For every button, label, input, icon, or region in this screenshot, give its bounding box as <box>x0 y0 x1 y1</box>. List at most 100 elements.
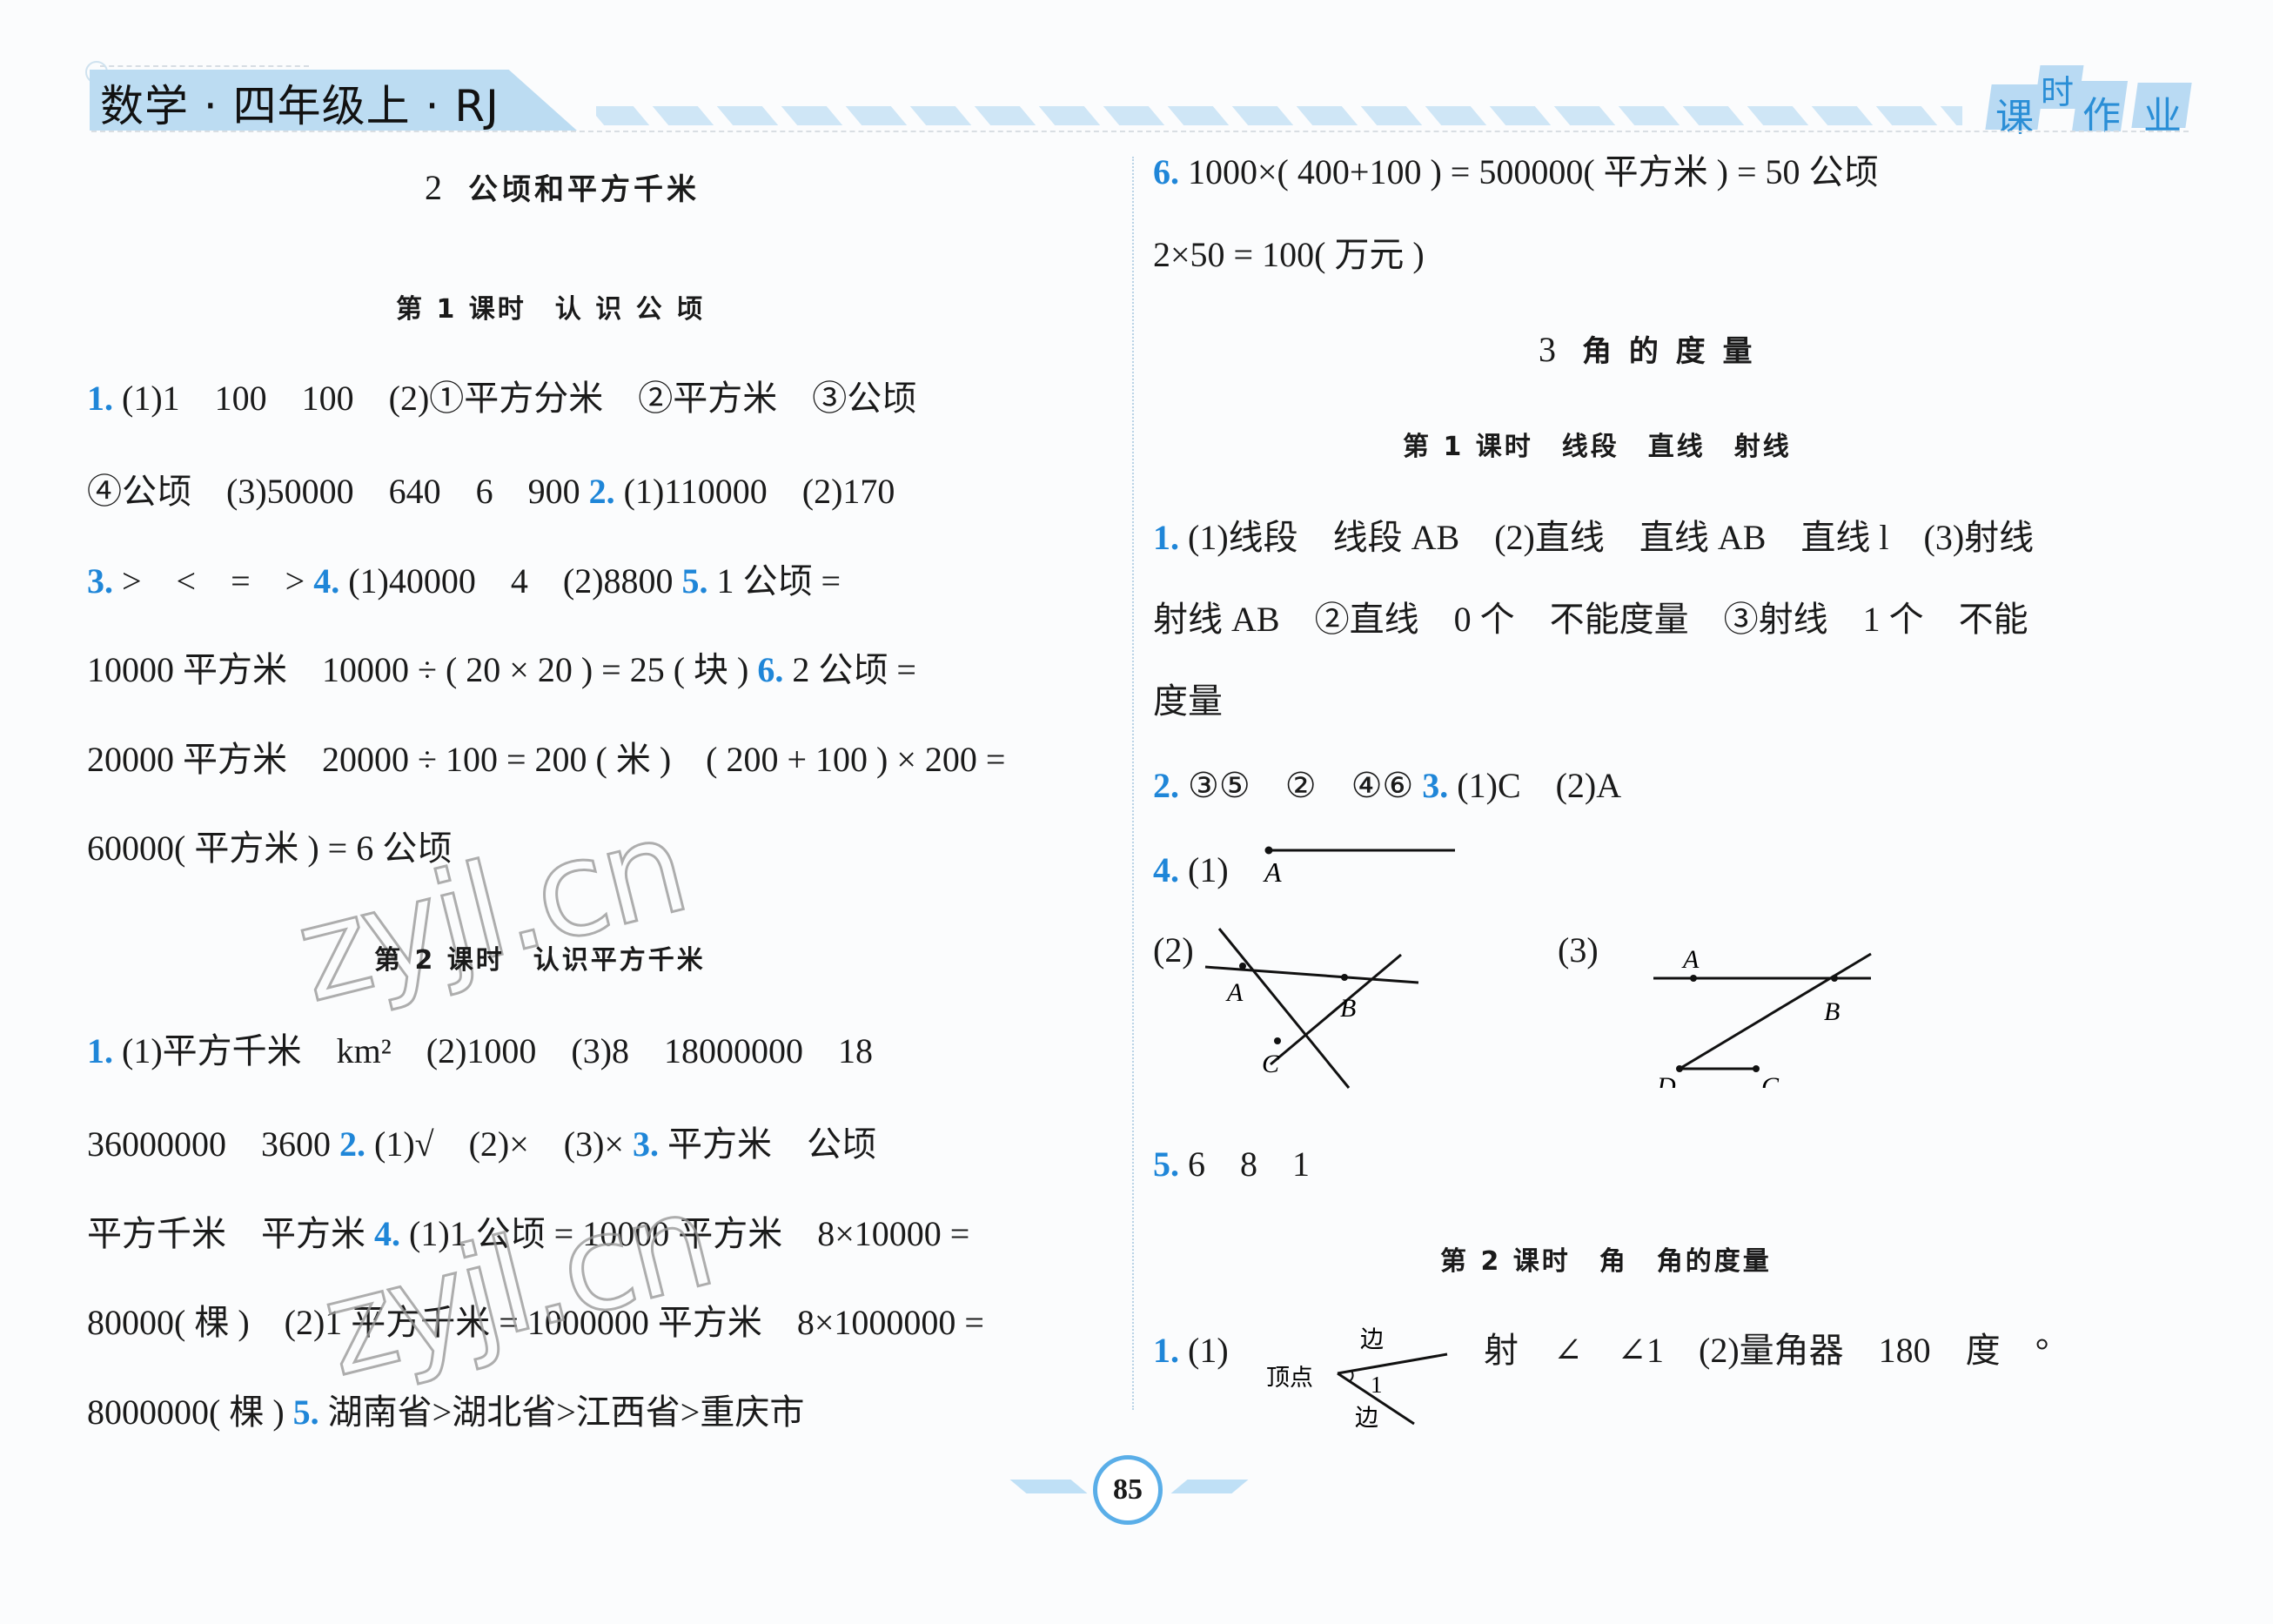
point-label: D <box>1656 1072 1676 1088</box>
question-number: 1. <box>1153 1331 1179 1370</box>
page-number: 85 <box>1093 1455 1163 1525</box>
answer-line: 5. 6 8 1 <box>1153 1147 1310 1182</box>
answer-line: 1. (1)1 100 100 (2)①平方分米 ②平方米 ③公顷 <box>87 381 916 416</box>
answer-text: (1)线段 线段 AB (2)直线 直线 AB 直线 l (3)射线 <box>1188 518 2035 557</box>
answer-text: 湖南省>湖北省>江西省>重庆市 <box>327 1392 805 1432</box>
answer-text: 射 ∠ ∠1 (2)量角器 180 度 ° <box>1484 1331 2049 1370</box>
side-label: 边 <box>1360 1326 1384 1352</box>
answer-line: 6. 1000×( 400+100 ) = 500000( 平方米 ) = 50… <box>1153 155 1879 190</box>
answer-text: 8000000( 棵 ) <box>87 1392 285 1432</box>
answer-line: 2. ③⑤ ② ④⑥ 3. (1)C (2)A <box>1153 768 1621 803</box>
point <box>1753 1065 1760 1072</box>
brand-char: 课 <box>1995 96 2034 140</box>
angle-figure: 顶点 边 边 1 <box>1266 1326 1448 1427</box>
document-page: 数学 · 四年级上 · RJ 课 时 作 业 2 公顷和平方千米 第 1 课时 认… <box>0 0 2273 1624</box>
line-ac <box>1217 928 1351 1089</box>
answer-text: (1)√ (2)× (3)× <box>374 1124 624 1164</box>
ray-bd <box>1679 952 1872 1070</box>
question-number: 3. <box>1422 766 1449 805</box>
question-number: 5. <box>292 1392 319 1432</box>
question-number: 4. <box>1153 850 1179 889</box>
footer-wing-left <box>1009 1480 1088 1493</box>
line-bc <box>1270 953 1402 1066</box>
answer-text: 6 8 1 <box>1188 1144 1310 1184</box>
point <box>1831 975 1838 982</box>
question-number: 3. <box>633 1124 659 1164</box>
point-label: A <box>1263 856 1282 888</box>
answer-text: 1000×( 400+100 ) = 500000( 平方米 ) = 50 公顷 <box>1188 152 1879 191</box>
angle-side-top <box>1337 1352 1448 1375</box>
answer-text: ③⑤ ② ④⑥ <box>1188 766 1414 805</box>
vertex-label: 顶点 <box>1266 1365 1313 1391</box>
answer-text: 2 公顷 = <box>792 650 916 689</box>
answer-text: (1)C (2)A <box>1457 766 1622 805</box>
header-dash-bottom <box>91 131 2189 132</box>
question-number: 2. <box>339 1124 365 1164</box>
watermark: zyjl.cn <box>282 789 700 1033</box>
answer-text: > < = > <box>122 561 305 601</box>
lesson-heading: 第 2 课时 认识平方千米 <box>374 945 706 976</box>
question-number: 3. <box>87 561 113 601</box>
answer-line: 1. (1)线段 线段 AB (2)直线 直线 AB 直线 l (3)射线 <box>1153 520 2034 555</box>
question-number: 5. <box>1153 1144 1179 1184</box>
footer-wing-right <box>1170 1480 1249 1493</box>
answer-text: 平方千米 平方米 <box>87 1214 365 1253</box>
question-number: 6. <box>757 650 784 689</box>
chapter-title: 公顷和平方千米 <box>468 172 700 207</box>
answer-text: (1)110000 (2)170 <box>623 472 895 511</box>
header-dash-top <box>100 65 309 67</box>
angle-number-label: 1 <box>1371 1372 1383 1398</box>
answer-line: 36000000 3600 2. (1)√ (2)× (3)× 3. 平方米 公… <box>87 1127 876 1162</box>
question-number: 1. <box>87 379 113 418</box>
answer-line: 射线 AB ②直线 0 个 不能度量 ③射线 1 个 不能 <box>1153 600 2028 639</box>
answer-text: 10000 平方米 10000 ÷ ( 20 × 20 ) = 25 ( 块 ) <box>87 650 749 689</box>
brand-char: 时 <box>2041 73 2075 111</box>
lesson-heading: 第 1 课时 线段 直线 射线 <box>1403 432 1792 462</box>
side-label: 边 <box>1355 1405 1378 1427</box>
answer-line: 1. (1) <box>1153 1333 1229 1368</box>
answer-text: (1) <box>1188 1331 1229 1370</box>
watermark: zyjl.cn <box>308 1164 726 1407</box>
lesson-heading: 第 1 课时 认 识 公 顷 <box>396 294 706 325</box>
answer-text: (1)40000 4 (2)8800 <box>348 561 674 601</box>
brand-logo: 课 时 作 业 <box>1985 65 2197 140</box>
book-title: 数学 · 四年级上 · RJ <box>100 81 500 131</box>
chapter-title: 角 的 度 量 <box>1582 334 1756 369</box>
header-stripes <box>596 106 1962 125</box>
rays-segment-figure: A B D C <box>1653 945 1872 1088</box>
chapter-number: 3 <box>1539 330 1559 369</box>
answer-text: 平方米 公顷 <box>667 1124 876 1164</box>
point-label: C <box>1262 1050 1280 1078</box>
point-a <box>1264 846 1273 855</box>
ray-figure: A <box>1263 846 1455 888</box>
question-number: 2. <box>588 472 615 511</box>
answer-line: 3. > < = > 4. (1)40000 4 (2)8800 5. 1 公顷… <box>87 564 841 599</box>
answer-line: 度量 <box>1153 681 1223 721</box>
answer-text: 1 公顷 = <box>716 561 841 601</box>
chapter-heading-2: 2 公顷和平方千米 <box>425 165 700 208</box>
answer-line: 1. (1)平方千米 km² (2)1000 (3)8 18000000 18 <box>87 1034 873 1069</box>
chapter-number: 2 <box>425 168 446 207</box>
answer-text: ④公顷 (3)50000 640 6 900 <box>87 472 580 511</box>
figure-label: (3) <box>1558 930 1599 970</box>
answer-line: 8000000( 棵 ) 5. 湖南省>湖北省>江西省>重庆市 <box>87 1395 804 1430</box>
chapter-heading-3: 3 角 的 度 量 <box>1539 327 1756 370</box>
point-label: A <box>1225 978 1244 1007</box>
answer-line: 2×50 = 100( 万元 ) <box>1153 235 1425 274</box>
lesson-heading: 第 2 课时 角 角的度量 <box>1440 1246 1772 1277</box>
answer-text: (1)1 100 100 (2)①平方分米 ②平方米 ③公顷 <box>122 379 917 418</box>
answer-line: 4. (1) <box>1153 853 1229 888</box>
answer-line: 20000 平方米 20000 ÷ 100 = 200 ( 米 ) ( 200 … <box>87 740 1006 779</box>
question-number: 1. <box>1153 518 1179 557</box>
point-label: B <box>1824 997 1840 1026</box>
question-number: 4. <box>313 561 340 601</box>
point-label: A <box>1681 945 1700 974</box>
question-number: 5. <box>681 561 708 601</box>
column-divider <box>1132 157 1134 1410</box>
answer-line: 10000 平方米 10000 ÷ ( 20 × 20 ) = 25 ( 块 )… <box>87 653 916 688</box>
point-label: B <box>1340 994 1356 1023</box>
answer-text: (1)平方千米 km² (2)1000 (3)8 18000000 18 <box>122 1031 874 1070</box>
answer-line: ④公顷 (3)50000 640 6 900 2. (1)110000 (2)1… <box>87 474 895 509</box>
question-number: 1. <box>87 1031 113 1070</box>
answer-text: (1) <box>1188 850 1229 889</box>
